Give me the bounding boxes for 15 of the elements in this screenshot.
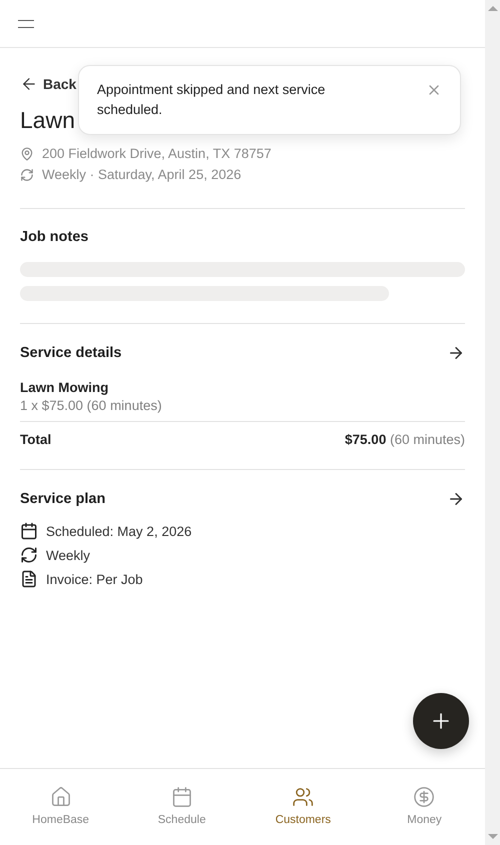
- service-name: Lawn Mowing: [20, 380, 110, 395]
- total-amount: $75.00: [344, 432, 386, 447]
- toast-message: Appointment skipped and next service scheduled.: [97, 81, 326, 119]
- meta-text: Weekly · Saturday, April 25, 2026: [42, 167, 242, 182]
- service-detail: 1 x $75.00 (60 minutes): [20, 398, 465, 422]
- page-title: Lawn: [20, 107, 75, 134]
- total-label: Total: [20, 432, 52, 447]
- plan-text: Invoice: Per Job: [46, 572, 143, 586]
- plan-text: Scheduled: May 2, 2026: [46, 524, 192, 538]
- meta-text: 200 Fieldwork Drive, Austin, TX 78757: [42, 146, 272, 161]
- plan-text: Weekly: [46, 548, 90, 562]
- total-duration: (60 minutes): [390, 432, 465, 447]
- section-heading: Service plan: [20, 491, 106, 507]
- section-heading: Job notes: [20, 229, 90, 245]
- section-heading: Service details: [20, 345, 122, 361]
